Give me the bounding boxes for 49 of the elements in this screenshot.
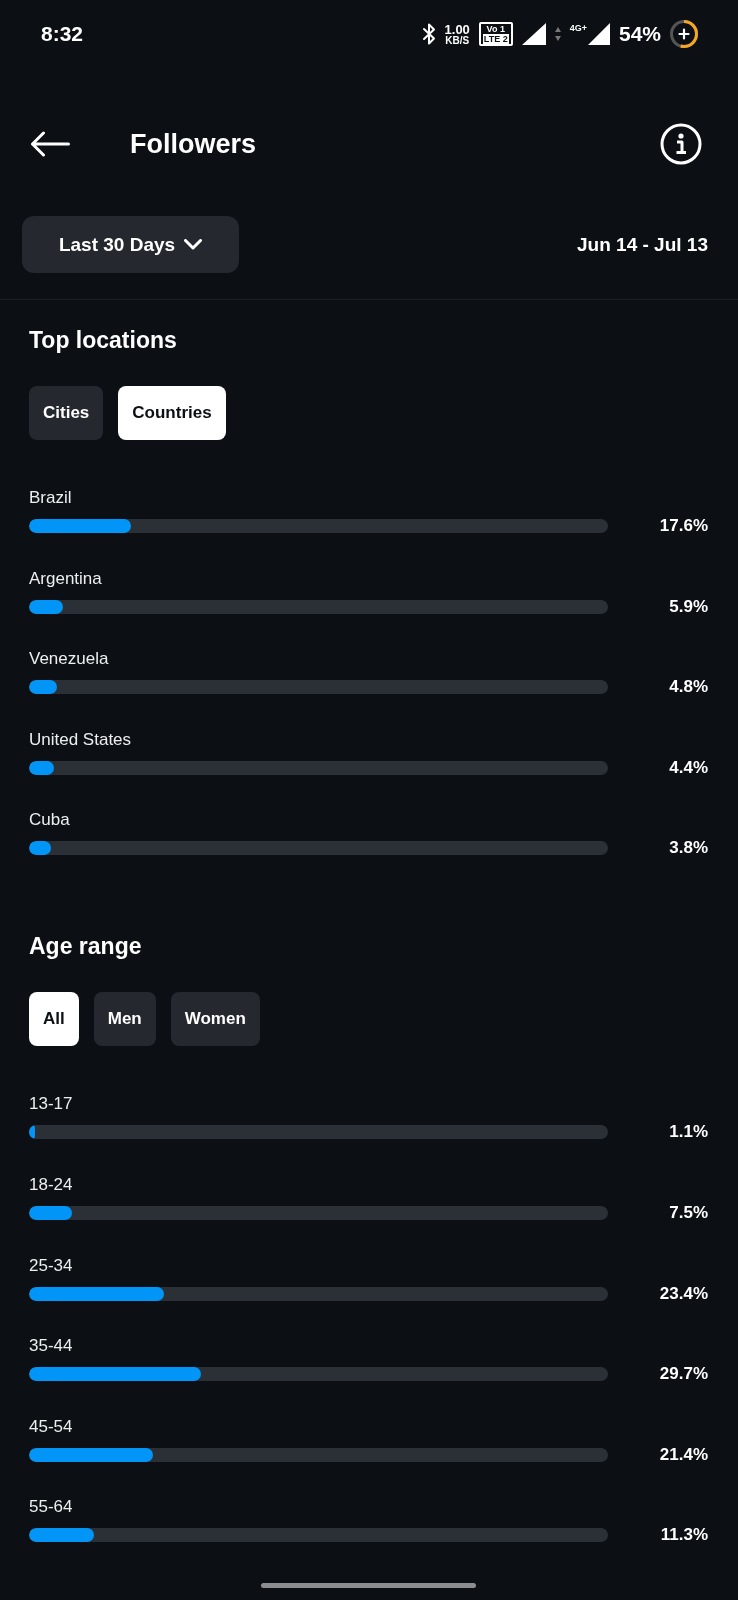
percentage-text: 17.6%: [658, 515, 708, 537]
category-label: 55-64: [29, 1496, 74, 1519]
category-label: 25-34: [29, 1254, 74, 1277]
filter-chip[interactable]: All: [29, 992, 79, 1047]
category-label: Brazil: [29, 487, 73, 509]
percentage-text: 23.4%: [658, 1282, 708, 1305]
date-range-text: Jun 14 - Jul 13: [577, 233, 708, 256]
category-label: 45-54: [29, 1415, 74, 1438]
percentage-text: 1.1%: [668, 1121, 708, 1144]
percentage-text: 3.8%: [668, 837, 708, 860]
filter-chip[interactable]: Countries: [118, 386, 226, 440]
percentage-text: 4.4%: [668, 756, 708, 779]
status-time: 8:32: [41, 22, 84, 46]
percentage-text: 11.3%: [659, 1524, 708, 1547]
category-label: 35-44: [29, 1335, 74, 1358]
page-title: Followers: [130, 128, 257, 160]
percentage-text: 7.5%: [668, 1201, 708, 1224]
network-speed-unit: KB/S: [445, 35, 470, 46]
filter-chip[interactable]: Women: [170, 992, 260, 1047]
network-speed-value: 1.00: [444, 22, 470, 36]
signal-icon: [587, 23, 610, 45]
battery-icon: [670, 20, 698, 48]
back-arrow-icon: [30, 131, 70, 157]
percentage-text: 29.7%: [658, 1363, 708, 1386]
volte-text: Vo 1: [486, 24, 505, 34]
filter-chip[interactable]: Cities: [29, 386, 104, 440]
signal-icon: [521, 23, 546, 45]
category-label: Argentina: [29, 567, 103, 590]
percentage-text: 4.8%: [668, 676, 708, 699]
category-label: Venezuela: [29, 648, 110, 671]
back-button[interactable]: [30, 131, 70, 157]
section-title: Top locations: [29, 326, 178, 354]
info-icon: [660, 123, 702, 165]
percentage-text: 21.4%: [658, 1443, 708, 1466]
category-label: United States: [29, 728, 133, 751]
category-label: 18-24: [29, 1173, 74, 1196]
percentage-text: 5.9%: [668, 595, 708, 618]
category-label: Cuba: [29, 809, 71, 832]
category-label: 13-17: [29, 1093, 74, 1116]
network-type-text: 4G+: [569, 23, 587, 33]
info-button[interactable]: [660, 123, 702, 165]
bluetooth-icon: [421, 23, 436, 45]
volte-text: LTE 2: [482, 34, 509, 44]
section-title: Age range: [29, 932, 143, 961]
date-range-dropdown[interactable]: Last 30 Days: [22, 216, 239, 273]
filter-chip[interactable]: Men: [93, 992, 156, 1047]
chevron-down-icon: [184, 239, 203, 250]
battery-percent: 54%: [618, 22, 661, 46]
data-transfer-icon: [554, 27, 561, 41]
